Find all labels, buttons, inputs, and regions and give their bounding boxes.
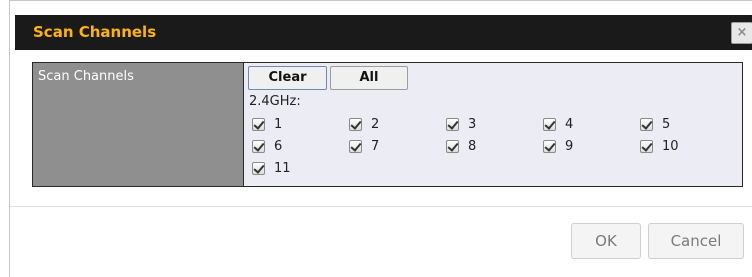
checkbox-checked-icon[interactable] bbox=[252, 161, 265, 175]
scan-channels-table: Scan Channels Clear All 2.4GHz: 1 2 3 4 5 6 7 8… bbox=[32, 62, 743, 187]
footer-divider bbox=[10, 206, 752, 207]
channel-checkbox-item[interactable]: 5 bbox=[640, 114, 737, 134]
channel-checkbox-item[interactable]: 2 bbox=[349, 114, 446, 134]
checkbox-checked-icon[interactable] bbox=[349, 117, 362, 131]
all-button[interactable]: All bbox=[330, 66, 408, 90]
checkbox-checked-icon[interactable] bbox=[252, 139, 265, 153]
cancel-button[interactable]: Cancel bbox=[648, 223, 744, 259]
channel-label: 8 bbox=[468, 138, 477, 154]
channel-checkbox-item[interactable]: 11 bbox=[252, 158, 349, 178]
checkbox-checked-icon[interactable] bbox=[446, 139, 459, 153]
channel-checkbox-item[interactable]: 10 bbox=[640, 136, 737, 156]
scan-channels-dialog: Scan Channels × Scan Channels Clear All … bbox=[9, 0, 752, 277]
channel-checkbox-item[interactable]: 9 bbox=[543, 136, 640, 156]
row-label: Scan Channels bbox=[33, 63, 244, 186]
channel-label: 3 bbox=[468, 116, 477, 132]
checkbox-checked-icon[interactable] bbox=[446, 117, 459, 131]
channel-checkbox-item[interactable]: 3 bbox=[446, 114, 543, 134]
checkbox-checked-icon[interactable] bbox=[640, 139, 653, 153]
channel-checkbox-item[interactable]: 7 bbox=[349, 136, 446, 156]
checkbox-checked-icon[interactable] bbox=[349, 139, 362, 153]
ok-button[interactable]: OK bbox=[571, 223, 641, 259]
dialog-title: Scan Channels bbox=[33, 23, 157, 41]
clear-button[interactable]: Clear bbox=[248, 66, 327, 90]
checkbox-checked-icon[interactable] bbox=[543, 117, 556, 131]
checkbox-checked-icon[interactable] bbox=[543, 139, 556, 153]
channel-checkbox-item[interactable]: 4 bbox=[543, 114, 640, 134]
channel-label: 5 bbox=[662, 116, 671, 132]
band-label: 2.4GHz: bbox=[249, 94, 301, 109]
checkbox-checked-icon[interactable] bbox=[640, 117, 653, 131]
channel-label: 1 bbox=[274, 116, 283, 132]
channel-checkbox-item[interactable]: 8 bbox=[446, 136, 543, 156]
channel-label: 6 bbox=[274, 138, 283, 154]
channel-checkbox-item[interactable]: 6 bbox=[252, 136, 349, 156]
channel-label: 7 bbox=[371, 138, 380, 154]
channel-selection-cell: Clear All 2.4GHz: 1 2 3 4 5 6 7 8 9 10 11 bbox=[244, 63, 742, 186]
channel-label: 10 bbox=[662, 138, 679, 154]
close-button[interactable]: × bbox=[731, 22, 752, 44]
channel-label: 4 bbox=[565, 116, 574, 132]
channel-checkbox-grid: 1 2 3 4 5 6 7 8 9 10 11 bbox=[252, 114, 712, 178]
dialog-title-bar: Scan Channels × bbox=[15, 15, 752, 50]
channel-label: 11 bbox=[274, 160, 291, 176]
channel-label: 9 bbox=[565, 138, 574, 154]
channel-checkbox-item[interactable]: 1 bbox=[252, 114, 349, 134]
checkbox-checked-icon[interactable] bbox=[252, 117, 265, 131]
channel-label: 2 bbox=[371, 116, 380, 132]
close-icon: × bbox=[736, 25, 748, 40]
